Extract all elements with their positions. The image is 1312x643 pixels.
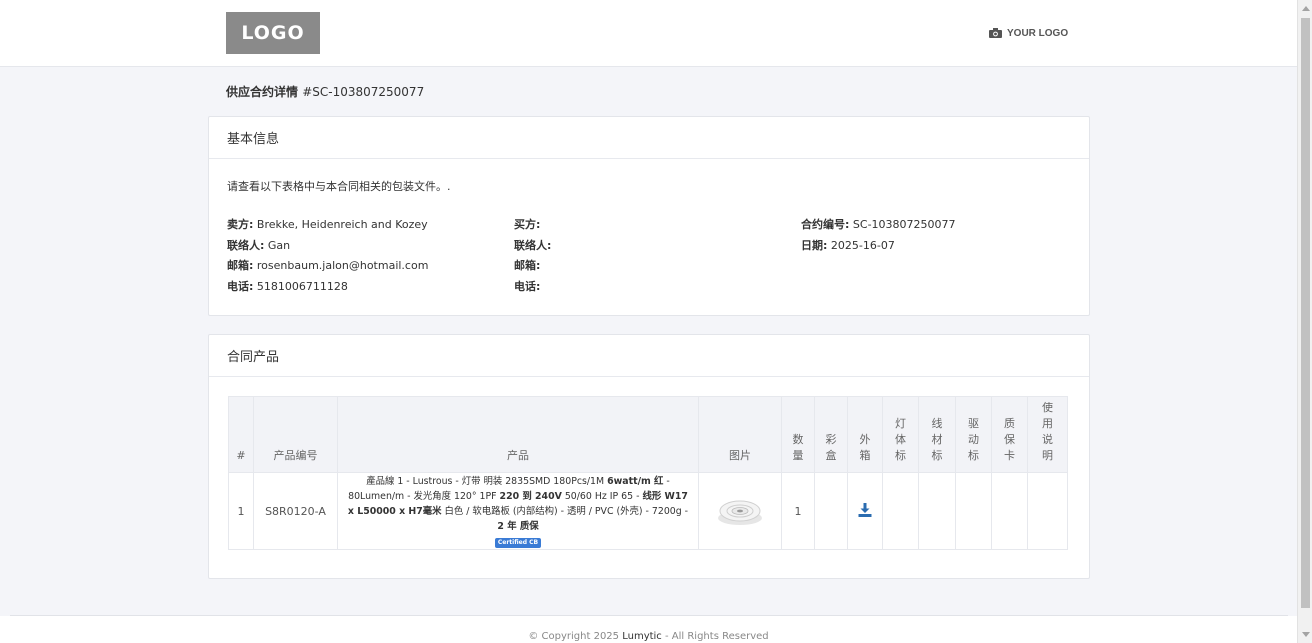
page-title-label: 供应合约详情 xyxy=(226,85,299,99)
buyer-email-label: 邮箱: xyxy=(514,259,541,273)
vertical-scrollbar[interactable] xyxy=(1297,0,1312,643)
contract-date-value: 2025-16-07 xyxy=(830,238,895,252)
col-wire-label: 线材标 xyxy=(918,396,956,473)
desc-voltage: 220 到 240V xyxy=(499,490,562,502)
col-color-box-label: 彩盒 xyxy=(825,433,837,462)
col-image: 图片 xyxy=(698,396,782,473)
row-quantity: 1 xyxy=(781,472,815,550)
col-color-box: 彩盒 xyxy=(814,396,848,473)
seller-contact-label: 联络人: xyxy=(227,238,265,252)
seller-phone-line: 电话: 5181006711128 xyxy=(227,278,428,299)
row-code: S8R0120-A xyxy=(253,472,338,550)
desc-wattage: 6watt/m 红 xyxy=(607,475,664,487)
table-header-row: # 产品编号 产品 图片 数量 彩盒 外箱 灯体标 线材标 驱动标 质保卡 使用… xyxy=(228,396,1068,473)
col-product: 产品 xyxy=(337,396,699,473)
copyright-prefix: © Copyright 2025 xyxy=(528,631,623,642)
contract-number-label: 合约编号: xyxy=(801,218,850,231)
logo[interactable]: LOGO xyxy=(226,12,320,54)
row-image[interactable] xyxy=(698,472,782,550)
col-outer-box-label: 外箱 xyxy=(859,433,871,462)
row-manual xyxy=(1027,472,1068,550)
seller-email-line: 邮箱: rosenbaum.jalon@hotmail.com xyxy=(227,257,428,278)
buyer-info: 买方: 联络人: 邮箱: 电话: xyxy=(514,216,551,299)
col-warranty-card-text: 质保卡 xyxy=(1004,417,1015,462)
contract-info: 合约编号: SC-103807250077 日期: 2025-16-07 xyxy=(801,216,956,257)
seller-contact-value: Gan xyxy=(267,238,291,252)
seller-value: Brekke, Heidenreich and Kozey xyxy=(256,218,428,231)
contract-date-label: 日期: xyxy=(801,238,828,252)
col-lamp-label-text: 灯体标 xyxy=(895,417,906,462)
row-warranty-card xyxy=(991,472,1028,550)
seller-contact-line: 联络人: Gan xyxy=(227,237,428,258)
buyer-email-line: 邮箱: xyxy=(514,257,551,278)
seller-phone-value: 5181006711128 xyxy=(256,280,348,294)
copyright: © Copyright 2025 Lumytic - All Rights Re… xyxy=(0,631,1297,642)
col-code: 产品编号 xyxy=(253,396,338,473)
buyer-phone-label: 电话: xyxy=(514,280,541,294)
col-manual-text: 使用说明 xyxy=(1042,401,1053,462)
contract-number-value: SC-103807250077 xyxy=(852,218,956,231)
your-logo-text: YOUR LOGO xyxy=(1007,27,1069,39)
seller-phone-label: 电话: xyxy=(227,280,254,294)
products-heading: 合同产品 xyxy=(209,335,1089,377)
products-card: 合同产品 # 产品编号 产品 图片 数量 彩盒 外箱 灯体标 线材标 驱动标 质… xyxy=(208,334,1090,579)
buyer-line: 买方: xyxy=(514,216,551,237)
buyer-label: 买方: xyxy=(514,218,541,231)
copyright-suffix: - All Rights Reserved xyxy=(661,631,769,642)
col-outer-box: 外箱 xyxy=(847,396,883,473)
table-row: 1 S8R0120-A 產品線 1 - Lustrous - 灯带 明装 283… xyxy=(228,472,1068,550)
desc-warranty: 2 年 质保 xyxy=(497,520,539,532)
seller-line: 卖方: Brekke, Heidenreich and Kozey xyxy=(227,216,428,237)
buyer-contact-label: 联络人: xyxy=(514,238,552,252)
led-strip-reel-image[interactable] xyxy=(714,494,766,528)
col-quantity-label: 数量 xyxy=(792,433,804,462)
basic-info-card: 基本信息 请查看以下表格中与本合同相关的包装文件。. 卖方: Brekke, H… xyxy=(208,116,1090,316)
footer-divider xyxy=(10,615,1288,616)
product-description: 產品線 1 - Lustrous - 灯带 明装 2835SMD 180Pcs/… xyxy=(338,474,698,549)
scroll-thumb[interactable] xyxy=(1301,18,1310,608)
col-lamp-label: 灯体标 xyxy=(882,396,919,473)
camera-icon xyxy=(989,28,1002,38)
page-title: 供应合约详情 #SC-103807250077 xyxy=(226,83,424,100)
col-warranty-card: 质保卡 xyxy=(991,396,1028,473)
seller-label: 卖方: xyxy=(227,218,254,231)
desc-part-3: 50/60 Hz IP 65 - xyxy=(561,490,643,502)
col-quantity: 数量 xyxy=(781,396,815,473)
products-table: # 产品编号 产品 图片 数量 彩盒 外箱 灯体标 线材标 驱动标 质保卡 使用… xyxy=(228,396,1068,550)
seller-email-label: 邮箱: xyxy=(227,259,254,273)
row-index: 1 xyxy=(228,472,254,550)
footer-brand-link[interactable]: Lumytic xyxy=(622,631,662,642)
row-outer-box xyxy=(847,472,883,550)
row-lamp-label xyxy=(882,472,919,550)
contract-number: #SC-103807250077 xyxy=(302,85,425,99)
download-icon[interactable] xyxy=(858,502,872,517)
row-color-box xyxy=(814,472,848,550)
basic-info-heading: 基本信息 xyxy=(209,117,1089,159)
col-driver-label-text: 驱动标 xyxy=(968,417,979,462)
seller-info: 卖方: Brekke, Heidenreich and Kozey 联络人: G… xyxy=(227,216,428,299)
seller-email-value[interactable]: rosenbaum.jalon@hotmail.com xyxy=(257,259,429,272)
buyer-phone-line: 电话: xyxy=(514,278,551,299)
certified-badge: Certified CB xyxy=(494,537,542,548)
contract-number-line: 合约编号: SC-103807250077 xyxy=(801,216,956,237)
buyer-contact-line: 联络人: xyxy=(514,237,551,258)
intro-text: 请查看以下表格中与本合同相关的包装文件。. xyxy=(227,180,451,193)
col-wire-label-text: 线材标 xyxy=(931,417,943,462)
top-header: LOGO YOUR LOGO xyxy=(0,0,1297,67)
scroll-down-arrow-icon[interactable] xyxy=(1302,632,1310,637)
contract-date-line: 日期: 2025-16-07 xyxy=(801,237,956,258)
col-manual: 使用说明 xyxy=(1027,396,1068,473)
row-wire-label xyxy=(918,472,956,550)
your-logo[interactable]: YOUR LOGO xyxy=(989,26,1068,40)
scroll-up-arrow-icon[interactable] xyxy=(1302,6,1310,11)
row-driver-label xyxy=(955,472,992,550)
col-driver-label: 驱动标 xyxy=(955,396,992,473)
row-product: 產品線 1 - Lustrous - 灯带 明装 2835SMD 180Pcs/… xyxy=(337,472,699,550)
desc-part-1: 產品線 1 - Lustrous - 灯带 明装 2835SMD 180Pcs/… xyxy=(366,475,608,487)
col-index: # xyxy=(228,396,254,473)
desc-part-4: 白色 / 软电路板 (内部结构) - 透明 / PVC (外壳) - 7200g… xyxy=(441,505,689,517)
